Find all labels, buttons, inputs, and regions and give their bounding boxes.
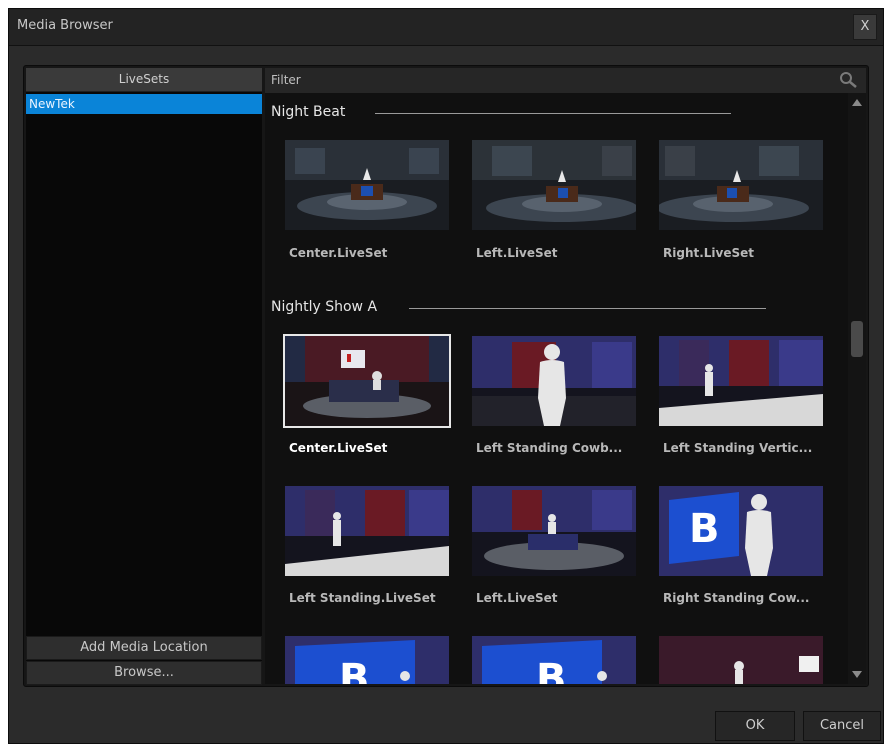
scrollbar-thumb[interactable]	[851, 321, 863, 357]
thumbnail-nightbeat-right[interactable]	[659, 140, 823, 230]
thumbnail-nightlyshow-row3-2[interactable]: B	[472, 636, 636, 684]
scroll-up-icon[interactable]	[852, 99, 862, 106]
filter-label: Filter	[271, 73, 301, 87]
svg-text:B: B	[689, 506, 720, 552]
browse-button[interactable]: Browse...	[26, 661, 262, 685]
thumbnail-caption: Left Standing Vertic...	[663, 441, 813, 455]
cancel-button[interactable]: Cancel	[803, 711, 881, 741]
thumbnail-nightlyshow-row3-3[interactable]	[659, 636, 823, 684]
thumbnail-nightlyshow-row3-1[interactable]: B	[285, 636, 449, 684]
filter-bar[interactable]: Filter	[265, 68, 866, 93]
thumbnail-nightlyshow-left-standing[interactable]	[285, 486, 449, 576]
vertical-scrollbar[interactable]	[848, 93, 866, 684]
thumbnail-caption: Right.LiveSet	[663, 246, 755, 260]
media-grid-area: Filter Night Beat Center.LiveSet Left.Li…	[265, 68, 866, 684]
section-divider	[409, 308, 766, 309]
thumbnail-nightbeat-center[interactable]	[285, 140, 449, 230]
thumbnail-caption: Left.LiveSet	[476, 246, 558, 260]
thumbnail-caption: Left.LiveSet	[476, 591, 558, 605]
thumbnail-caption: Center.LiveSet	[289, 441, 388, 455]
thumbnail-nightlyshow-center[interactable]	[283, 334, 451, 428]
close-button[interactable]: X	[853, 14, 877, 40]
livesets-header[interactable]: LiveSets	[26, 68, 262, 92]
thumbnail-caption: Left Standing.LiveSet	[289, 591, 436, 605]
window-title: Media Browser	[17, 18, 113, 33]
svg-text:B: B	[339, 656, 370, 684]
location-item-newtek[interactable]: NewTek	[26, 94, 262, 114]
section-divider	[375, 113, 731, 114]
thumbnail-caption: Left Standing Cowb...	[476, 441, 623, 455]
add-media-location-button[interactable]: Add Media Location	[26, 636, 262, 660]
thumbnail-nightlyshow-left[interactable]	[472, 486, 636, 576]
media-browser-window: Media Browser X LiveSets NewTek Add Medi…	[8, 8, 884, 744]
browser-panel: LiveSets NewTek Add Media Location Brows…	[23, 65, 869, 687]
section-title-night-beat: Night Beat	[271, 104, 346, 120]
title-bar: Media Browser X	[9, 9, 883, 46]
svg-text:B: B	[536, 656, 567, 684]
thumbnail-nightbeat-left[interactable]	[472, 140, 636, 230]
thumbnail-caption: Center.LiveSet	[289, 246, 388, 260]
thumbnail-nightlyshow-left-standing-cowboy[interactable]	[472, 336, 636, 426]
ok-button[interactable]: OK	[715, 711, 795, 741]
thumbnail-nightlyshow-right-standing-cowboy[interactable]: B	[659, 486, 823, 576]
section-title-nightly-show-a: Nightly Show A	[271, 299, 378, 315]
scroll-down-icon[interactable]	[852, 671, 862, 678]
location-list: LiveSets NewTek Add Media Location Brows…	[26, 68, 262, 685]
search-icon[interactable]	[838, 71, 858, 89]
thumbnail-nightlyshow-left-standing-vertical[interactable]	[659, 336, 823, 426]
thumbnail-caption: Right Standing Cow...	[663, 591, 810, 605]
